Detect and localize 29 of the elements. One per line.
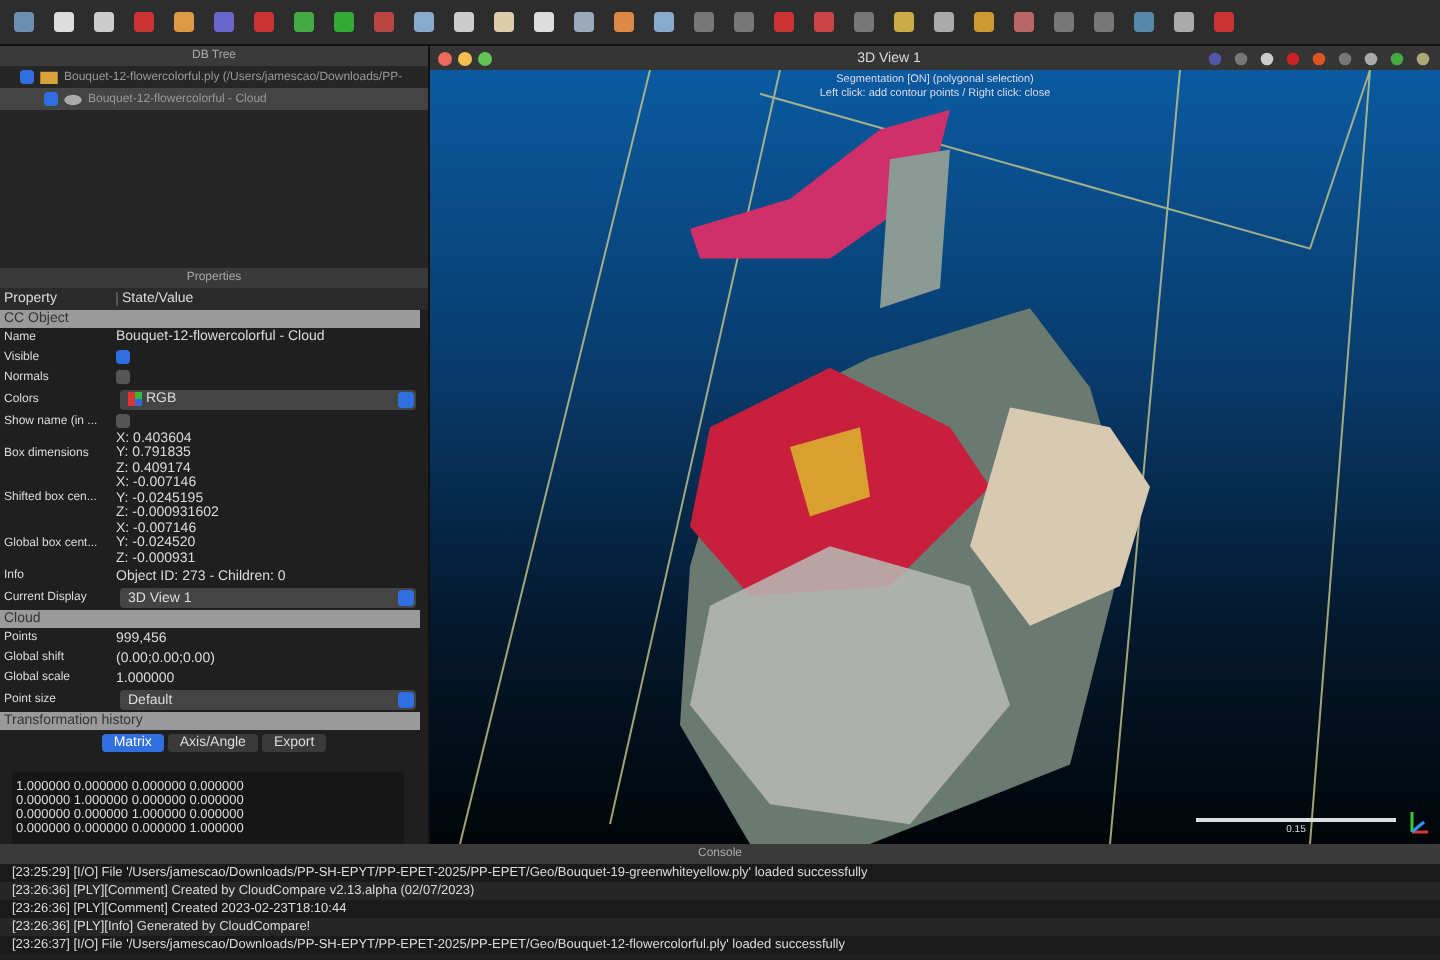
folder-icon [40, 70, 58, 84]
tool-icon[interactable] [572, 10, 596, 34]
checkbox[interactable] [20, 70, 34, 84]
tool-icon[interactable] [612, 10, 636, 34]
scale-bar-icon [1196, 816, 1396, 824]
tool-icon[interactable] [1172, 10, 1196, 34]
close-icon[interactable] [438, 51, 452, 65]
tool-icon[interactable] [412, 10, 436, 34]
checkbox[interactable] [116, 414, 130, 428]
rgb-icon [128, 392, 142, 406]
tool-icon[interactable] [172, 10, 196, 34]
checkbox[interactable] [44, 92, 58, 106]
tool-icon[interactable] [452, 10, 476, 34]
tool-icon[interactable] [12, 10, 36, 34]
cloud-icon [64, 92, 82, 106]
checkbox[interactable] [116, 370, 130, 384]
checkbox[interactable] [116, 350, 130, 364]
tool-icon[interactable] [652, 10, 676, 34]
tool-icon[interactable] [972, 10, 996, 34]
tool-icon[interactable] [92, 10, 116, 34]
maximize-icon[interactable] [478, 51, 492, 65]
tool-icon[interactable] [892, 10, 916, 34]
tool-icon[interactable] [492, 10, 516, 34]
tool-icon[interactable] [292, 10, 316, 34]
minimize-icon[interactable] [458, 51, 472, 65]
tool-icon[interactable] [52, 10, 76, 34]
tool-icon[interactable] [332, 10, 356, 34]
tool-icon[interactable] [532, 10, 556, 34]
tool-icon[interactable] [932, 10, 956, 34]
